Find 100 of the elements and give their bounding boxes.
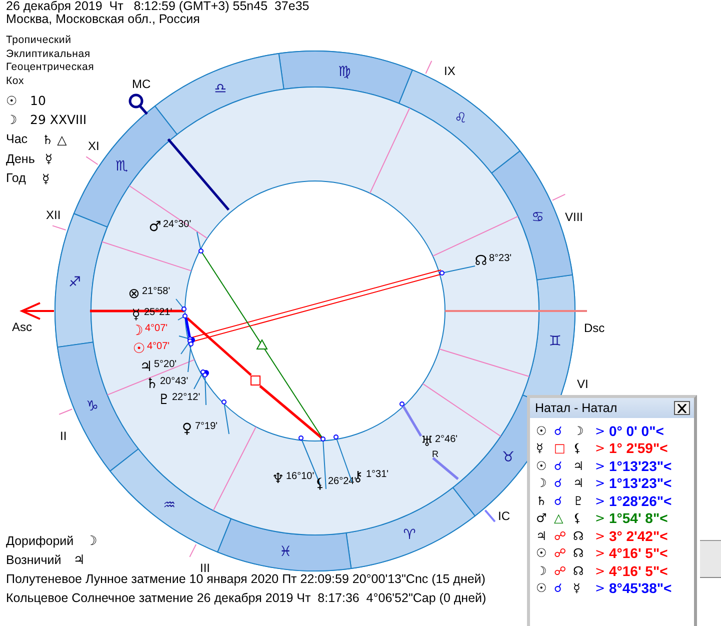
planet-degree: 20°43' [160, 376, 188, 387]
planet-glyph: ♃ [573, 458, 584, 473]
zodiac-glyph: ♌ [454, 110, 467, 127]
chart-setting: Тропический [6, 34, 72, 48]
panel-title: Натал - Натал [535, 400, 618, 416]
planet-glyph: ♇ [158, 392, 170, 408]
leader-line [432, 457, 459, 480]
house-label: IX [444, 64, 456, 78]
planet-glyph: ☉ [536, 546, 547, 560]
close-icon [677, 404, 687, 412]
planet-degree: 16°10' [286, 471, 314, 482]
background-window [700, 540, 721, 578]
aspect-orb: 1°13'23"< [609, 475, 672, 492]
info-value: 29 XXVIII [30, 112, 87, 128]
zodiac-glyph: ♉ [502, 450, 515, 466]
house-label: MC [132, 77, 151, 91]
info-label: ☉ [6, 92, 18, 108]
aspect-orb: 1°28'26"< [609, 492, 672, 509]
house-label: IC [498, 509, 510, 523]
planet-degree: 5°20' [154, 359, 177, 370]
house-cusp-line [189, 544, 197, 558]
planet-degree: 21°58' [142, 286, 170, 297]
leader-line [196, 232, 202, 252]
aspect-orb: 1°54' 8"< [609, 510, 668, 526]
chart-setting: Геоцентрическая [6, 61, 94, 75]
ascendant-arrow [20, 302, 54, 320]
aspect-orb: 4°16' 5"< [609, 545, 668, 562]
arrow-mark: > [595, 441, 606, 456]
planet-degree: 4°07' [147, 341, 170, 352]
chart-date: 26 декабря 2019 Чт 8:12:59 (GMT+3) 55n45 37e35 [6, 0, 310, 13]
planet-anchor [222, 400, 226, 404]
planet-glyph: ☊ [573, 546, 584, 560]
chart-location: Москва, Московская обл., Россия [6, 13, 200, 26]
planet-glyph: ⊗ [128, 286, 140, 302]
aspect-glyph: □ [554, 441, 566, 456]
planet-glyph: ☊ [573, 528, 584, 543]
aspect-orb: 8°45'38"< [609, 580, 672, 596]
aspect-glyph: ☍ [554, 546, 566, 560]
planet-anchor [198, 248, 204, 254]
info-label: Год [6, 171, 27, 186]
planet-glyph: ☊ [573, 564, 584, 578]
aspect-glyph: ☍ [554, 564, 566, 578]
planet-degree: 4°07' [145, 323, 168, 334]
planet-glyph: ☿ [536, 441, 544, 456]
aspect-glyph: ☌ [554, 581, 562, 596]
arrow-mark: > [595, 546, 606, 560]
eclipse-info: Полутеневое Лунное затмение 10 января 2020 Пт 22:09:59 20°00'13"Cnc (15 дней) [6, 572, 486, 588]
planet-degree: 22°12' [172, 392, 200, 403]
retrograde-mark: R [432, 449, 438, 459]
planet-glyph: ♀ [182, 421, 192, 437]
planet-anchor [440, 270, 444, 276]
info-label: ☽ [6, 112, 18, 128]
leader-line [400, 403, 422, 437]
planet-degree: 26°24' [328, 476, 356, 487]
planet-glyph: ☽ [130, 323, 144, 339]
planet-glyph: ♂ [148, 219, 162, 235]
planet-degree: 24°30' [163, 219, 192, 230]
aspect-orb: 4°16' 5"< [609, 562, 668, 579]
zodiac-glyph: ♏ [115, 158, 128, 174]
planet-glyph: ⚸ [573, 441, 582, 456]
leader-line [442, 266, 476, 274]
house-cusp-line [86, 156, 98, 165]
planet-glyph: ⚸ [314, 476, 326, 492]
aspect-glyph: ☌ [554, 476, 562, 490]
planet-glyph: ☉ [536, 424, 547, 438]
planet-glyph: ☊ [474, 253, 488, 269]
aspect-glyph: ☌ [554, 494, 562, 508]
house-label: VIII [565, 210, 584, 224]
leader-line [224, 402, 230, 434]
planet-glyph: ♃ [140, 359, 152, 375]
planet-glyph: ☽ [573, 424, 584, 438]
arrow-mark: > [595, 476, 606, 490]
close-button[interactable] [674, 401, 690, 415]
arrow-mark: > [595, 458, 606, 473]
zodiac-glyph: ♈ [403, 526, 416, 543]
fixed-star-name: Возничий [6, 552, 62, 569]
planet-glyph: ☽ [536, 564, 547, 578]
info-value: ♄ △ [42, 132, 67, 147]
zodiac-glyph: ♋ [531, 209, 544, 226]
arrow-mark: > [595, 528, 606, 543]
planet-anchor [298, 436, 304, 440]
fixed-star-name: Дорифорий [6, 533, 74, 550]
zodiac-glyph: ♐ [68, 274, 82, 290]
chart-setting: Кох [6, 74, 24, 88]
eclipse-info: Кольцевое Солнечное затмение 26 декабря 2019 Чт 8:17:36 4°06'52"Cap (0 дней) [6, 590, 486, 607]
leader-line [322, 438, 326, 490]
planet-degree: 1°31' [366, 469, 389, 480]
arrow-mark: > [595, 581, 606, 596]
planet-glyph: ☉ [536, 458, 547, 473]
info-value: ☿ [44, 151, 53, 166]
info-value: 10 [30, 92, 46, 108]
planet-glyph: ♅ [420, 434, 434, 450]
planet-degree: 8°23' [489, 253, 512, 264]
imum-coeli-marker [484, 510, 496, 522]
aspect-glyph: △ [554, 511, 564, 526]
house-label: VI [577, 377, 588, 391]
house-cusp-line [552, 194, 566, 201]
house-label: Dsc [584, 321, 605, 335]
zodiac-glyph: ♒ [163, 497, 176, 514]
zodiac-glyph: ♓ [279, 544, 292, 560]
